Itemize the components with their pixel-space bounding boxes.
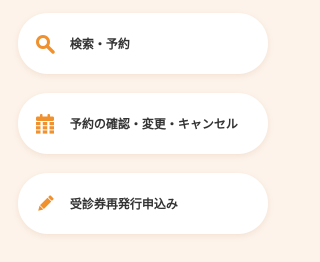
search-icon xyxy=(34,33,56,55)
calendar-icon xyxy=(34,113,56,135)
reissue-application-label: 受診券再発行申込み xyxy=(70,197,179,211)
reservation-manage-label: 予約の確認・変更・キャンセル xyxy=(70,117,239,131)
reissue-application-button[interactable]: 受診券再発行申込み xyxy=(18,173,268,234)
search-reserve-label: 検索・予約 xyxy=(70,37,131,51)
search-reserve-button[interactable]: 検索・予約 xyxy=(18,13,268,74)
reservation-manage-button[interactable]: 予約の確認・変更・キャンセル xyxy=(18,93,268,154)
main-menu: 検索・予約 予約の確認・変更・キャンセル 受診券再発行申込み xyxy=(18,13,268,253)
pencil-icon xyxy=(34,193,56,215)
